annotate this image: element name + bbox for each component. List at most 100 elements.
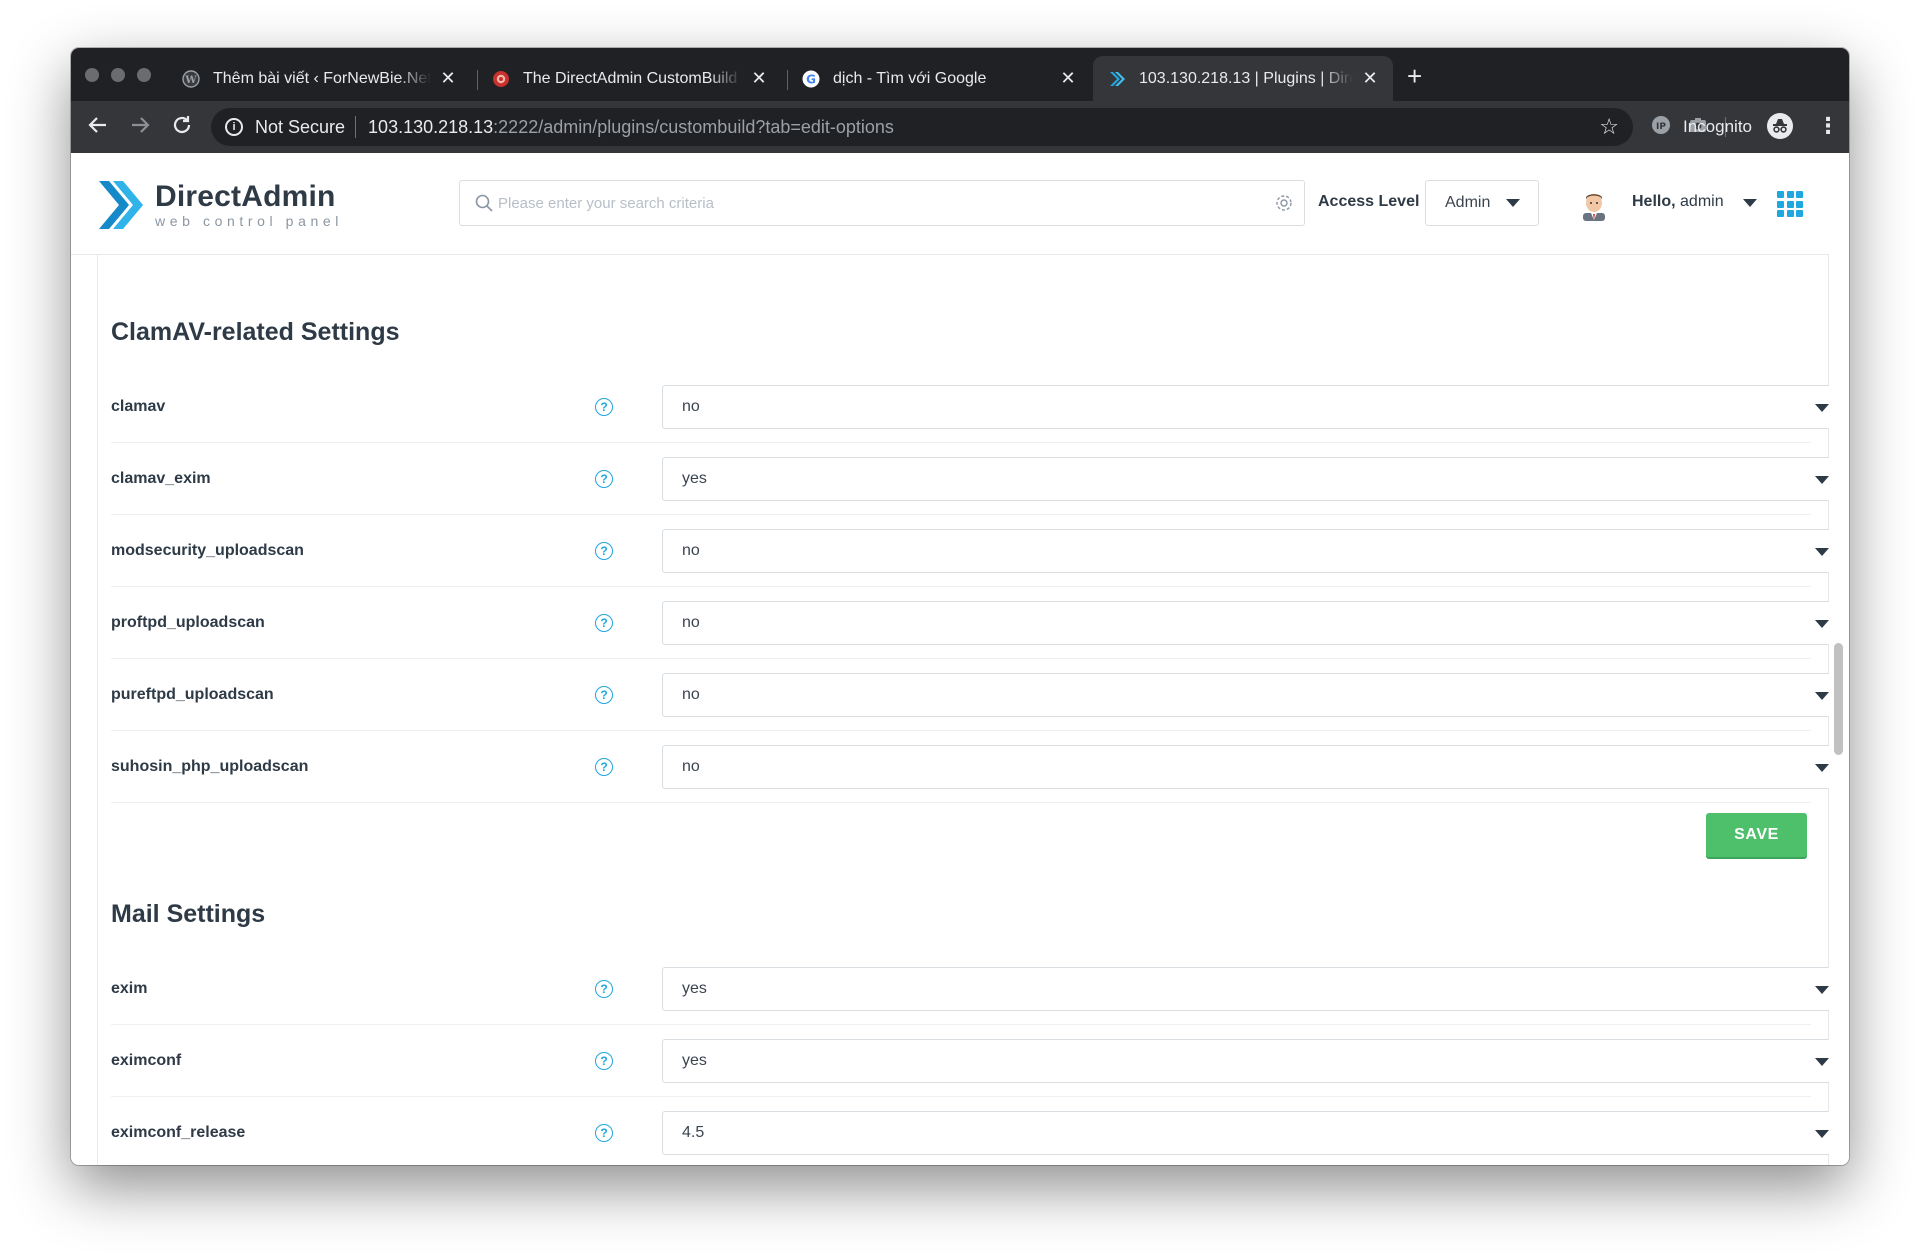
help-icon[interactable]: ? <box>595 686 613 704</box>
setting-select[interactable]: 4.5 <box>662 1111 1849 1155</box>
close-tab-icon[interactable]: ✕ <box>1059 68 1077 89</box>
address-bar[interactable]: i Not Secure 103.130.218.13 :2222/admin/… <box>211 108 1633 146</box>
select-value: yes <box>682 980 707 997</box>
help-icon[interactable]: ? <box>595 542 613 560</box>
brand-name: DirectAdmin <box>155 180 336 213</box>
caret-down-icon <box>1815 764 1829 772</box>
help-icon[interactable]: ? <box>595 398 613 416</box>
caret-down-icon <box>1815 1058 1829 1066</box>
extension-icon[interactable]: IP <box>1651 115 1671 140</box>
setting-select[interactable]: no <box>662 673 1849 717</box>
help-icon[interactable]: ? <box>595 980 613 998</box>
browser-tab-wordpress[interactable]: W Thêm bài viết ‹ ForNewBie.Net — WordPr… <box>167 56 471 101</box>
tab-title: 103.130.218.13 | Plugins | DirectAdmin <box>1139 69 1353 87</box>
caret-down-icon <box>1815 548 1829 556</box>
select-value: no <box>682 398 700 415</box>
app-header: DirectAdmin web control panel Access Lev… <box>71 153 1829 255</box>
back-button[interactable] <box>87 114 109 142</box>
help-icon[interactable]: ? <box>595 1124 613 1142</box>
forward-button[interactable] <box>129 114 151 142</box>
caret-down-icon <box>1815 692 1829 700</box>
setting-row-clamav-exim: clamav_exim ? yes <box>111 443 1849 515</box>
setting-label: pureftpd_uploadscan <box>111 686 274 703</box>
address-divider <box>355 116 357 138</box>
browser-toolbar: i Not Secure 103.130.218.13 :2222/admin/… <box>71 101 1849 153</box>
google-icon: G <box>801 69 821 89</box>
setting-row-clamav: clamav ? no <box>111 371 1849 443</box>
search-box[interactable] <box>459 180 1305 226</box>
select-value: no <box>682 758 700 775</box>
setting-label: eximconf_release <box>111 1124 246 1141</box>
tab-strip: W Thêm bài viết ‹ ForNewBie.Net — WordPr… <box>71 48 1849 101</box>
setting-select[interactable]: no <box>662 529 1849 573</box>
setting-label: modsecurity_uploadscan <box>111 542 304 559</box>
setting-row-modsecurity-uploadscan: modsecurity_uploadscan ? no <box>111 515 1849 587</box>
directadmin-icon <box>1107 69 1127 89</box>
browser-tab-directadmin[interactable]: 103.130.218.13 | Plugins | DirectAdmin ✕ <box>1093 56 1393 101</box>
incognito-icon[interactable] <box>1767 113 1793 139</box>
svg-text:W: W <box>184 75 197 86</box>
setting-select[interactable]: yes <box>662 457 1849 501</box>
select-value: no <box>682 614 700 631</box>
minimize-window-button[interactable] <box>111 68 125 82</box>
directadmin-logo[interactable]: DirectAdmin web control panel <box>97 177 343 233</box>
save-button[interactable]: SAVE <box>1706 813 1807 857</box>
greeting-prefix: Hello, <box>1632 193 1676 210</box>
select-value: yes <box>682 470 707 487</box>
setting-select[interactable]: yes <box>662 967 1849 1011</box>
avatar[interactable] <box>1577 187 1611 221</box>
browser-tab-google[interactable]: G dịch - Tìm với Google ✕ <box>787 56 1091 101</box>
help-icon[interactable]: ? <box>595 1052 613 1070</box>
caret-down-icon <box>1815 476 1829 484</box>
close-tab-icon[interactable]: ✕ <box>1361 68 1379 89</box>
setting-row-eximconf-release: eximconf_release ? 4.5 <box>111 1097 1849 1165</box>
browser-tab-custombuild[interactable]: The DirectAdmin CustomBuild — CustomBuil… <box>477 56 782 101</box>
tab-title: dịch - Tìm với Google <box>833 69 987 87</box>
setting-label: suhosin_php_uploadscan <box>111 758 309 775</box>
wordpress-icon: W <box>181 69 201 89</box>
access-level-select[interactable]: Admin <box>1425 180 1539 226</box>
security-indicator[interactable]: Not Secure <box>255 117 345 138</box>
zoom-window-button[interactable] <box>137 68 151 82</box>
setting-label: clamav <box>111 398 166 415</box>
browser-menu-icon[interactable]: ⋮ <box>1817 113 1839 139</box>
close-tab-icon[interactable]: ✕ <box>439 68 457 89</box>
browser-window: W Thêm bài viết ‹ ForNewBie.Net — WordPr… <box>71 48 1849 1165</box>
incognito-label[interactable]: Incognito <box>1683 117 1752 137</box>
reload-button[interactable] <box>171 114 193 142</box>
gear-icon[interactable] <box>1274 193 1294 218</box>
apps-grid-icon[interactable] <box>1777 191 1803 217</box>
user-greeting[interactable]: Hello, admin <box>1632 193 1724 211</box>
select-value: 4.5 <box>682 1124 705 1141</box>
back-arrow-icon <box>88 117 106 133</box>
setting-row-pureftpd-uploadscan: pureftpd_uploadscan ? no <box>111 659 1849 731</box>
close-tab-icon[interactable]: ✕ <box>750 68 768 89</box>
tab-title: Thêm bài viết ‹ ForNewBie.Net — WordPres… <box>213 69 431 87</box>
help-icon[interactable]: ? <box>595 614 613 632</box>
site-favicon <box>491 69 511 89</box>
close-window-button[interactable] <box>85 68 99 82</box>
search-input[interactable] <box>498 183 1258 223</box>
setting-row-proftpd-uploadscan: proftpd_uploadscan ? no <box>111 587 1849 659</box>
caret-down-icon <box>1815 1130 1829 1138</box>
setting-select[interactable]: no <box>662 745 1849 789</box>
setting-select[interactable]: no <box>662 385 1849 429</box>
directadmin-logo-icon <box>99 181 143 229</box>
setting-label: clamav_exim <box>111 470 211 487</box>
svg-text:IP: IP <box>1656 122 1666 132</box>
scrollbar-thumb[interactable] <box>1834 643 1843 755</box>
setting-row-eximconf: eximconf ? yes <box>111 1025 1849 1097</box>
setting-label: exim <box>111 980 148 997</box>
section-title-clamav: ClamAV-related Settings <box>111 318 400 346</box>
setting-select[interactable]: yes <box>662 1039 1849 1083</box>
caret-down-icon <box>1506 199 1520 207</box>
user-menu-caret-icon[interactable] <box>1743 199 1757 207</box>
help-icon[interactable]: ? <box>595 470 613 488</box>
info-icon[interactable]: i <box>225 118 243 136</box>
new-tab-button[interactable]: + <box>1407 62 1422 90</box>
help-icon[interactable]: ? <box>595 758 613 776</box>
setting-select[interactable]: no <box>662 601 1849 645</box>
bookmark-star-icon[interactable]: ☆ <box>1599 114 1619 140</box>
brand-tagline: web control panel <box>155 213 343 229</box>
setting-label: proftpd_uploadscan <box>111 614 265 631</box>
